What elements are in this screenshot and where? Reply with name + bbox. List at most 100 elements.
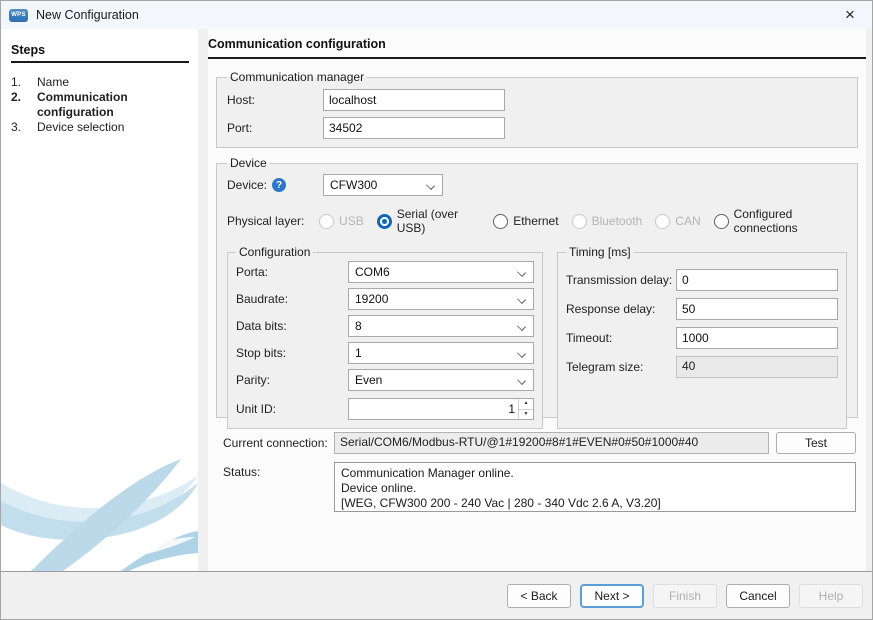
finish-button: Finish bbox=[653, 584, 717, 608]
parity-select-value: Even bbox=[355, 373, 382, 387]
step-number: 1. bbox=[1, 75, 37, 90]
status-line: Device online. bbox=[341, 481, 849, 496]
radio-label: Serial (over USB) bbox=[397, 207, 480, 235]
step-item-device-selection: 3. Device selection bbox=[1, 120, 198, 135]
test-button[interactable]: Test bbox=[776, 432, 856, 454]
back-button[interactable]: < Back bbox=[507, 584, 571, 608]
response-delay-label: Response delay: bbox=[566, 302, 676, 316]
parity-select[interactable]: Even bbox=[348, 369, 534, 391]
dialog-body: Steps 1. Name 2. Communication configura… bbox=[1, 29, 872, 571]
telegram-size-label: Telegram size: bbox=[566, 360, 676, 374]
page-title: Communication configuration bbox=[208, 37, 866, 51]
radio-circle bbox=[572, 214, 587, 229]
new-configuration-dialog: WPS New Configuration × Steps 1. Name 2.… bbox=[0, 0, 873, 620]
steps-sidebar: Steps 1. Name 2. Communication configura… bbox=[1, 29, 198, 571]
timing-legend: Timing [ms] bbox=[566, 245, 634, 259]
device-select[interactable]: CFW300 bbox=[323, 174, 443, 196]
help-icon[interactable]: ? bbox=[272, 178, 286, 192]
current-connection-field: Serial/COM6/Modbus-RTU/@1#19200#8#1#EVEN… bbox=[334, 432, 769, 454]
radio-bluetooth: Bluetooth bbox=[572, 214, 643, 229]
spinner-down-icon[interactable]: ▼ bbox=[519, 410, 533, 420]
data-bits-label: Data bits: bbox=[236, 319, 348, 333]
porta-select-value: COM6 bbox=[355, 265, 390, 279]
radio-circle bbox=[493, 214, 508, 229]
chevron-down-icon bbox=[517, 349, 526, 358]
step-label: Communication configuration bbox=[37, 90, 177, 120]
device-legend: Device bbox=[227, 156, 270, 170]
response-delay-input[interactable] bbox=[676, 298, 838, 320]
radio-circle bbox=[655, 214, 670, 229]
radio-circle bbox=[377, 214, 392, 229]
configuration-legend: Configuration bbox=[236, 245, 313, 259]
current-connection-label: Current connection: bbox=[223, 436, 334, 450]
status-line: Communication Manager online. bbox=[341, 466, 849, 481]
telegram-size-field: 40 bbox=[676, 356, 838, 378]
main-panel: Communication configuration Communicatio… bbox=[208, 29, 866, 571]
baudrate-label: Baudrate: bbox=[236, 292, 348, 306]
porta-select[interactable]: COM6 bbox=[348, 261, 534, 283]
step-item-name: 1. Name bbox=[1, 75, 198, 90]
unit-id-stepper[interactable]: ▲ ▼ bbox=[348, 398, 534, 420]
baudrate-select[interactable]: 19200 bbox=[348, 288, 534, 310]
step-number: 2. bbox=[1, 90, 37, 120]
chevron-down-icon bbox=[517, 376, 526, 385]
steps-list: 1. Name 2. Communication configuration 3… bbox=[1, 75, 198, 135]
radio-circle bbox=[714, 214, 729, 229]
spinner-up-icon[interactable]: ▲ bbox=[519, 399, 533, 410]
spinner-buttons[interactable]: ▲ ▼ bbox=[518, 399, 533, 419]
step-item-communication-configuration: 2. Communication configuration bbox=[1, 90, 198, 120]
radio-label: USB bbox=[339, 214, 364, 228]
physical-layer-label: Physical layer: bbox=[227, 214, 319, 228]
port-input[interactable] bbox=[323, 117, 505, 139]
status-label: Status: bbox=[223, 465, 334, 479]
radio-label: Configured connections bbox=[734, 207, 847, 235]
wps-app-icon: WPS bbox=[9, 9, 28, 22]
parity-label: Parity: bbox=[236, 373, 348, 387]
stop-bits-label: Stop bits: bbox=[236, 346, 348, 360]
transmission-delay-input[interactable] bbox=[676, 269, 838, 291]
radio-usb: USB bbox=[319, 214, 364, 229]
communication-manager-legend: Communication manager bbox=[227, 70, 367, 84]
port-label: Port: bbox=[227, 121, 323, 135]
unit-id-input[interactable] bbox=[349, 399, 518, 419]
radio-can: CAN bbox=[655, 214, 700, 229]
stop-bits-select-value: 1 bbox=[355, 346, 362, 360]
close-icon[interactable]: × bbox=[838, 4, 862, 26]
timeout-label: Timeout: bbox=[566, 331, 676, 345]
device-select-value: CFW300 bbox=[330, 178, 377, 192]
window-title: New Configuration bbox=[36, 8, 139, 22]
radio-label: Bluetooth bbox=[592, 214, 643, 228]
weg-swoosh-watermark bbox=[1, 421, 198, 571]
data-bits-select-value: 8 bbox=[355, 319, 362, 333]
steps-heading: Steps bbox=[11, 43, 189, 63]
radio-label: Ethernet bbox=[513, 214, 558, 228]
help-button: Help bbox=[799, 584, 863, 608]
radio-serial-over-usb[interactable]: Serial (over USB) bbox=[377, 207, 480, 235]
cancel-button[interactable]: Cancel bbox=[726, 584, 790, 608]
next-button[interactable]: Next > bbox=[580, 584, 644, 608]
host-input[interactable] bbox=[323, 89, 505, 111]
radio-label: CAN bbox=[675, 214, 700, 228]
step-label: Device selection bbox=[37, 120, 177, 135]
data-bits-select[interactable]: 8 bbox=[348, 315, 534, 337]
unit-id-label: Unit ID: bbox=[236, 402, 348, 416]
status-box: Communication Manager online. Device onl… bbox=[334, 462, 856, 512]
chevron-down-icon bbox=[517, 295, 526, 304]
stop-bits-select[interactable]: 1 bbox=[348, 342, 534, 364]
radio-circle bbox=[319, 214, 334, 229]
radio-ethernet[interactable]: Ethernet bbox=[493, 214, 558, 229]
timeout-input[interactable] bbox=[676, 327, 838, 349]
wizard-footer: < Back Next > Finish Cancel Help bbox=[1, 571, 872, 619]
communication-manager-group: Communication manager Host: Port: bbox=[216, 70, 858, 148]
host-label: Host: bbox=[227, 93, 323, 107]
transmission-delay-label: Transmission delay: bbox=[566, 273, 676, 287]
baudrate-select-value: 19200 bbox=[355, 292, 388, 306]
porta-label: Porta: bbox=[236, 265, 348, 279]
chevron-down-icon bbox=[426, 181, 435, 190]
device-group: Device Device: ? CFW300 Physical layer: bbox=[216, 156, 858, 418]
chevron-down-icon bbox=[517, 322, 526, 331]
device-label: Device: bbox=[227, 178, 267, 192]
chevron-down-icon bbox=[517, 268, 526, 277]
radio-configured-connections[interactable]: Configured connections bbox=[714, 207, 847, 235]
header-rule bbox=[208, 57, 866, 59]
